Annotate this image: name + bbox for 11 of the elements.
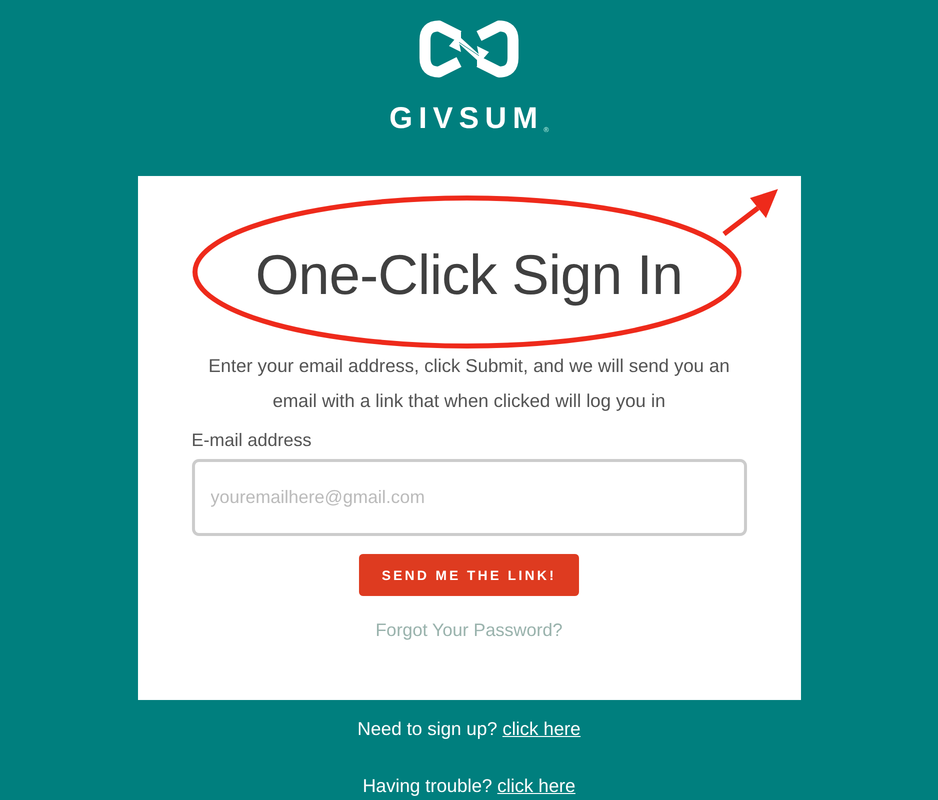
footer-sentence: Having trouble? click here [362, 775, 576, 797]
send-link-button[interactable]: SEND ME THE LINK! [359, 554, 579, 596]
click-here-link[interactable]: click here [497, 775, 576, 796]
page-title: One-Click Sign In [255, 242, 683, 308]
field-label: E-mail address [192, 430, 312, 451]
logo-icon [419, 18, 519, 80]
email-field[interactable]: youremailhere@gmail.com [192, 459, 746, 536]
footer-sentence: Need to sign up? click here [357, 718, 581, 740]
click-here-link[interactable]: click here [502, 718, 581, 739]
description: Enter your email address, click Submit, and we will send you an email with a link that when clicked will log you in [207, 354, 731, 413]
brand-name: GIVSUM [389, 102, 544, 136]
